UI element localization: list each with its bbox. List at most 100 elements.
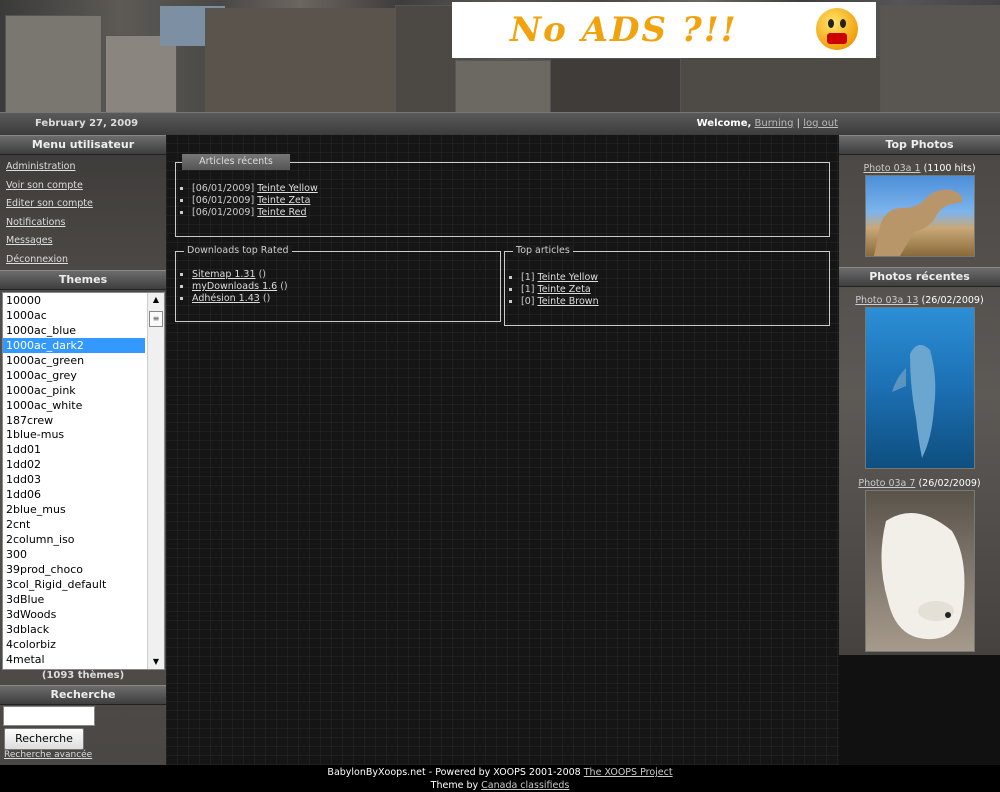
themes-title: Themes [0, 270, 166, 290]
list-item: Sitemap 1.31 () [192, 269, 500, 281]
recent-photos-title: Photos récentes [839, 267, 1000, 287]
search-title: Recherche [0, 685, 166, 705]
smiley-icon [816, 8, 858, 50]
theme-option[interactable]: 187crew [3, 413, 145, 428]
theme-option[interactable]: 1000ac_dark2 [3, 337, 145, 353]
menu-item-logout[interactable]: Déconnexion [6, 251, 166, 270]
ad-banner[interactable]: No ADS ?!! [452, 2, 876, 58]
camel-photo[interactable] [864, 175, 975, 257]
photo-link[interactable]: Photo 03a 1 [863, 163, 920, 174]
header-building [880, 5, 1000, 112]
theme-option[interactable]: 3dWoods [3, 607, 145, 622]
theme-option[interactable]: 10000 [3, 293, 145, 308]
article-link[interactable]: Teinte Brown [538, 296, 599, 307]
header-building [395, 5, 457, 112]
header-building [455, 60, 552, 112]
item-rating: () [258, 269, 266, 280]
logout-link[interactable]: log out [803, 118, 838, 129]
list-item: myDownloads 1.6 () [192, 281, 500, 293]
search-button[interactable]: Recherche [4, 728, 84, 750]
theme-option[interactable]: 1000ac_white [3, 398, 145, 413]
current-date: February 27, 2009 [35, 118, 139, 129]
header-building [105, 35, 177, 112]
dolphin-photo[interactable] [864, 307, 975, 469]
item-count: [0] [521, 296, 535, 307]
list-item: Adhésion 1.43 () [192, 293, 500, 305]
top-articles-title: Top articles [513, 245, 573, 256]
menu-item-messages[interactable]: Messages [6, 232, 166, 251]
theme-option[interactable]: 1dd06 [3, 487, 145, 502]
theme-author-link[interactable]: Canada classifieds [481, 780, 569, 791]
photo-link[interactable]: Photo 03a 7 [858, 478, 915, 489]
photo-link[interactable]: Photo 03a 13 [855, 295, 918, 306]
theme-option[interactable]: 1dd03 [3, 472, 145, 487]
header-building [5, 15, 102, 112]
theme-option[interactable]: 1dd02 [3, 457, 145, 472]
theme-option[interactable]: 1000ac_green [3, 353, 145, 368]
scroll-thumb[interactable]: ≡ [149, 311, 163, 327]
theme-option[interactable]: 3dblack [3, 622, 145, 637]
user-menu: Administration Voir son compte Editer so… [0, 155, 166, 269]
theme-option[interactable]: 1dd01 [3, 442, 145, 457]
theme-list-scrollbar[interactable]: ▲ ≡ ▼ [147, 293, 164, 669]
theme-option[interactable]: 4colorbiz [3, 637, 145, 652]
scroll-down-icon[interactable]: ▼ [148, 655, 164, 669]
header-building [550, 58, 682, 112]
theme-option[interactable]: 300 [3, 547, 145, 562]
item-date: [06/01/2009] [192, 195, 255, 206]
download-link[interactable]: Adhésion 1.43 [192, 293, 260, 304]
polar-bear-photo[interactable] [864, 490, 975, 652]
list-item: [06/01/2009] Teinte Zeta [192, 195, 829, 207]
username-link[interactable]: Burning [755, 118, 794, 129]
downloads-top-rated-block: Downloads top Rated Sitemap 1.31 () myDo… [175, 245, 501, 322]
theme-option[interactable]: 2cnt [3, 517, 145, 532]
item-rating: () [280, 281, 288, 292]
menu-item-notifications[interactable]: Notifications [6, 214, 166, 233]
recent-articles-block: Articles récents [06/01/2009] Teinte Yel… [175, 154, 830, 237]
scroll-up-icon[interactable]: ▲ [148, 293, 164, 307]
left-sidebar: Menu utilisateur Administration Voir son… [0, 135, 166, 765]
welcome-label: Welcome, [696, 118, 752, 129]
item-count: [1] [521, 284, 535, 295]
theme-option[interactable]: 3col_Rigid_default [3, 577, 145, 592]
theme-select-list[interactable]: 10000 1000ac 1000ac_blue 1000ac_dark2 1000ac… [2, 292, 165, 670]
footer-powered-text: BabylonByXoops.net - Powered by XOOPS 20… [327, 767, 581, 778]
right-sidebar: Top Photos Photo 03a 1 (1100 hits) Photo… [839, 135, 1000, 655]
advanced-search-link[interactable]: Recherche avancée [4, 750, 92, 760]
menu-item-view-account[interactable]: Voir son compte [6, 177, 166, 196]
article-link[interactable]: Teinte Zeta [257, 195, 310, 206]
theme-option[interactable]: 1000ac_blue [3, 323, 145, 338]
menu-item-administration[interactable]: Administration [6, 158, 166, 177]
xoops-project-link[interactable]: The XOOPS Project [584, 767, 673, 778]
article-link[interactable]: Teinte Red [257, 207, 306, 218]
theme-option[interactable]: 4metal [3, 652, 145, 667]
theme-option[interactable]: 3dBlue [3, 592, 145, 607]
user-menu-title: Menu utilisateur [0, 135, 166, 155]
welcome-area: Welcome, Burning | log out [697, 118, 838, 129]
footer: BabylonByXoops.net - Powered by XOOPS 20… [0, 765, 1000, 792]
article-link[interactable]: Teinte Zeta [538, 284, 591, 295]
theme-option[interactable]: 1000ac_grey [3, 368, 145, 383]
themes-count: (1093 thèmes) [41, 670, 125, 681]
search-input[interactable] [3, 706, 95, 726]
theme-option[interactable]: 1000ac [3, 308, 145, 323]
menu-item-edit-account[interactable]: Editer son compte [6, 195, 166, 214]
theme-option[interactable]: 1000ac_pink [3, 383, 145, 398]
theme-option[interactable]: 2column_iso [3, 532, 145, 547]
article-link[interactable]: Teinte Yellow [257, 183, 318, 194]
photo-date: (26/02/2009) [918, 478, 981, 489]
download-link[interactable]: myDownloads 1.6 [192, 281, 277, 292]
list-item: [0] Teinte Brown [521, 296, 829, 308]
photo-caption: Photo 03a 7 (26/02/2009) [839, 477, 1000, 490]
theme-option[interactable]: 1blue-mus [3, 427, 145, 442]
header-building [205, 8, 397, 112]
article-link[interactable]: Teinte Yellow [538, 272, 599, 283]
theme-option[interactable]: 2blue_mus [3, 502, 145, 517]
top-photos-title: Top Photos [839, 135, 1000, 155]
ad-text: No ADS ?!! [510, 10, 738, 50]
date-bar: February 27, 2009 Welcome, Burning | log… [0, 112, 1000, 136]
recent-articles-title: Articles récents [182, 154, 290, 170]
main-content: Articles récents [06/01/2009] Teinte Yel… [166, 135, 839, 765]
theme-option[interactable]: 39prod_choco [3, 562, 145, 577]
download-link[interactable]: Sitemap 1.31 [192, 269, 256, 280]
